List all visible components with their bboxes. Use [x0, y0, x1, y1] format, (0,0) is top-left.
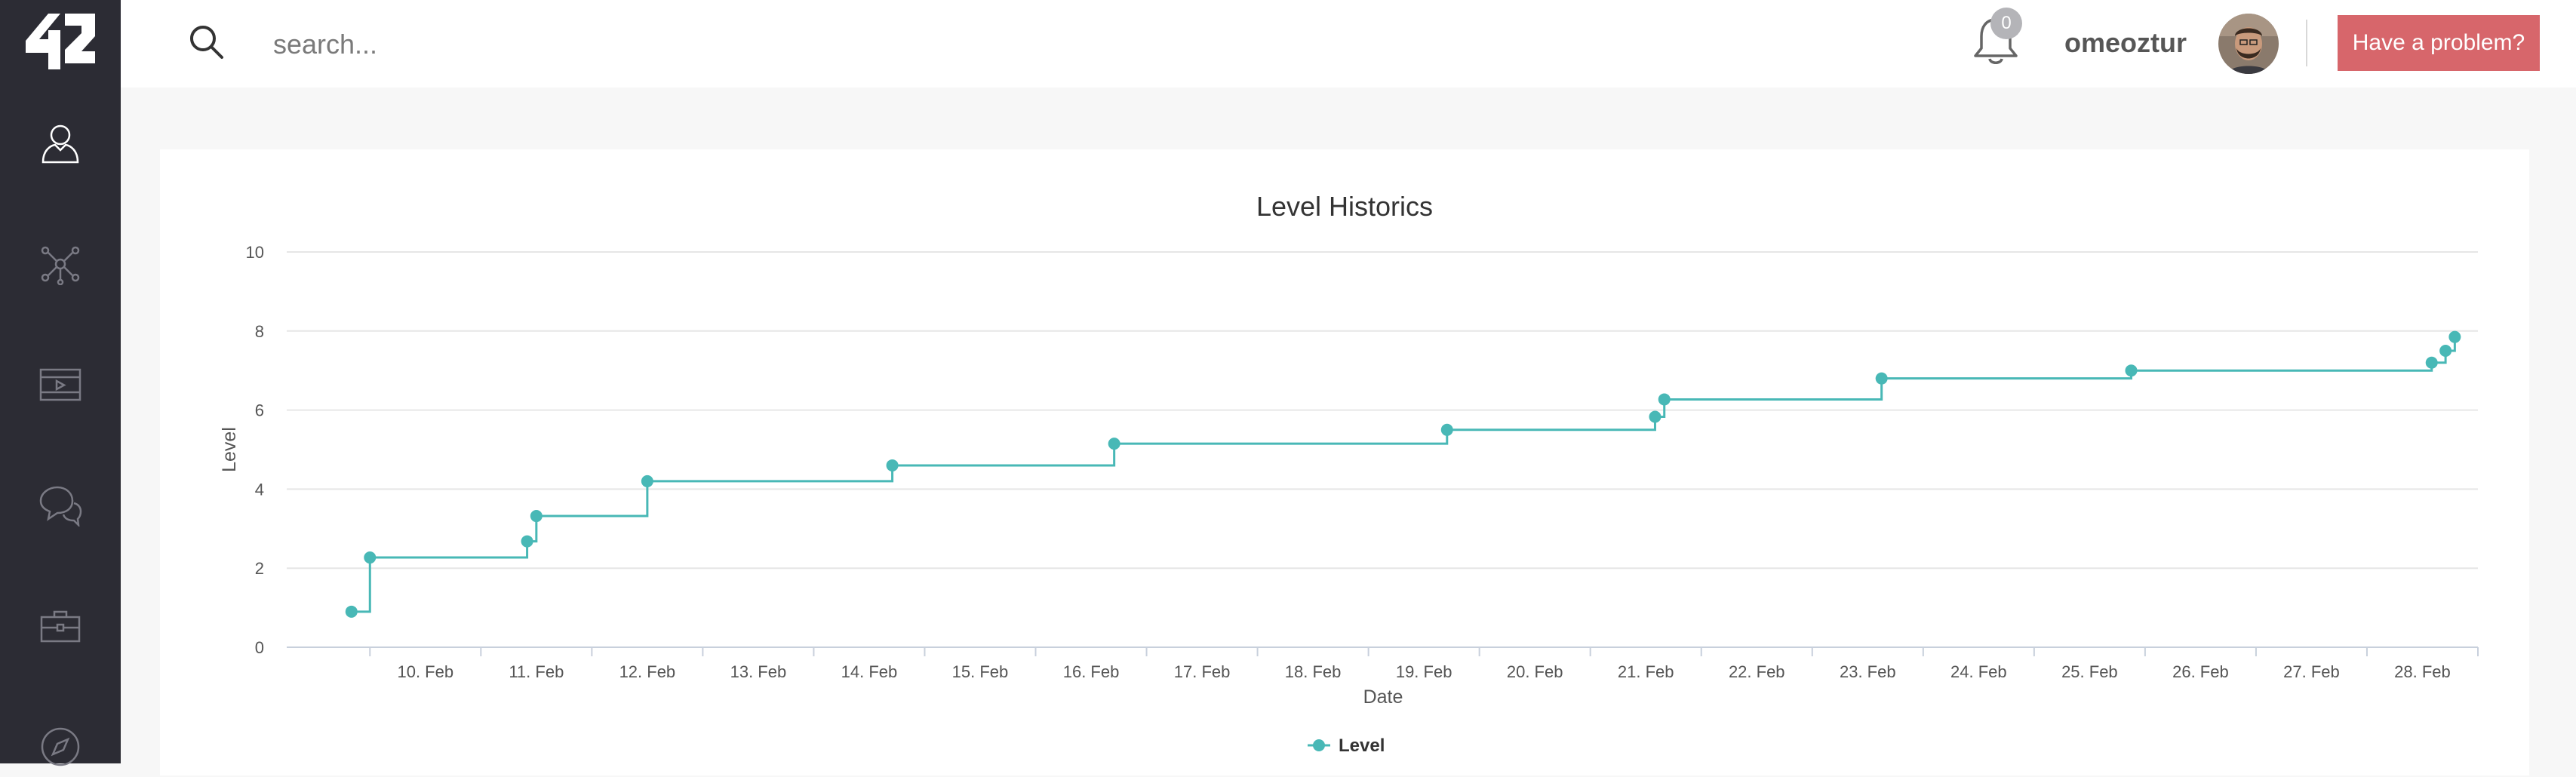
sidebar-item-forum[interactable]: [30, 475, 91, 536]
username[interactable]: omeoztur: [2064, 27, 2187, 59]
y-tick-label: 4: [255, 480, 264, 499]
legend-label-level: Level: [1339, 736, 1385, 756]
x-tick-label: 18. Feb: [1285, 662, 1342, 681]
level-historics-card: Level Historics 0 2 4 6 8 10 10. Feb 11. Feb 12…: [160, 149, 2529, 775]
video-icon: [39, 368, 81, 401]
network-icon: [41, 246, 80, 285]
data-point[interactable]: [2448, 330, 2461, 343]
x-tick-label: 28. Feb: [2394, 662, 2451, 681]
data-point[interactable]: [345, 605, 358, 618]
data-point[interactable]: [641, 474, 653, 487]
sidebar-item-explore[interactable]: [30, 717, 91, 777]
data-point[interactable]: [1108, 438, 1120, 450]
x-tick-label: 14. Feb: [841, 662, 898, 681]
search-icon[interactable]: [187, 23, 226, 62]
x-tick-label: 12. Feb: [619, 662, 676, 681]
briefcase-icon: [40, 610, 81, 643]
y-tick-label: 2: [255, 559, 264, 578]
data-point[interactable]: [886, 459, 899, 471]
search-input[interactable]: [273, 23, 801, 66]
sidebar-item-network[interactable]: [30, 234, 91, 294]
sidebar-item-videos[interactable]: [30, 355, 91, 415]
x-tick-label: 26. Feb: [2172, 662, 2229, 681]
data-point[interactable]: [364, 551, 377, 564]
y-tick-label: 10: [246, 243, 264, 262]
logo-42[interactable]: [26, 14, 95, 69]
data-point[interactable]: [1440, 423, 1453, 436]
x-tick-label: 15. Feb: [952, 662, 1009, 681]
x-tick-label: 22. Feb: [1729, 662, 1785, 681]
x-tick-label: 21. Feb: [1618, 662, 1674, 681]
data-point[interactable]: [2439, 345, 2452, 357]
user-icon: [41, 124, 79, 164]
data-point[interactable]: [2425, 356, 2438, 369]
data-point[interactable]: [530, 510, 543, 523]
have-a-problem-button[interactable]: Have a problem?: [2338, 15, 2540, 71]
x-tick-label: 13. Feb: [730, 662, 787, 681]
sidebar-item-profile[interactable]: [30, 113, 91, 174]
chart-title: Level Historics: [1256, 191, 1433, 222]
y-tick-label: 0: [255, 638, 264, 657]
x-tick-label: 24. Feb: [1950, 662, 2007, 681]
series-line-level: [351, 336, 2456, 613]
legend-dot-marker: [1313, 739, 1325, 751]
data-point[interactable]: [1658, 393, 1671, 406]
notification-count-badge: 0: [1990, 8, 2022, 39]
sidebar-item-projects[interactable]: [30, 596, 91, 656]
x-tick-label: 27. Feb: [2283, 662, 2340, 681]
chat-icon: [39, 486, 82, 527]
top-header: 0 omeoztur Have a problem?: [121, 0, 2576, 88]
header-divider: [2306, 20, 2307, 66]
level-chart: Level Historics 0 2 4 6 8 10 10. Feb 11. Feb 12…: [219, 191, 2479, 756]
x-tick-label: 10. Feb: [397, 662, 453, 681]
compass-icon: [41, 727, 80, 766]
x-axis-title: Date: [1363, 686, 1403, 708]
sidebar: [0, 0, 121, 766]
y-tick-label: 8: [255, 322, 264, 341]
chart-legend[interactable]: Level: [1308, 736, 1385, 756]
y-tick-label: 6: [255, 401, 264, 420]
x-tick-label: 16. Feb: [1063, 662, 1120, 681]
avatar[interactable]: [2218, 14, 2279, 74]
x-tick-label: 11. Feb: [509, 662, 564, 681]
y-axis-title: Level: [219, 427, 240, 472]
data-point[interactable]: [1875, 372, 1888, 385]
x-tick-label: 19. Feb: [1396, 662, 1452, 681]
data-point[interactable]: [1649, 410, 1661, 423]
x-tick-label: 17. Feb: [1174, 662, 1231, 681]
x-tick-label: 20. Feb: [1507, 662, 1563, 681]
x-tick-label: 23. Feb: [1840, 662, 1896, 681]
x-tick-label: 25. Feb: [2061, 662, 2118, 681]
data-point[interactable]: [521, 535, 533, 548]
data-point[interactable]: [2125, 364, 2138, 377]
